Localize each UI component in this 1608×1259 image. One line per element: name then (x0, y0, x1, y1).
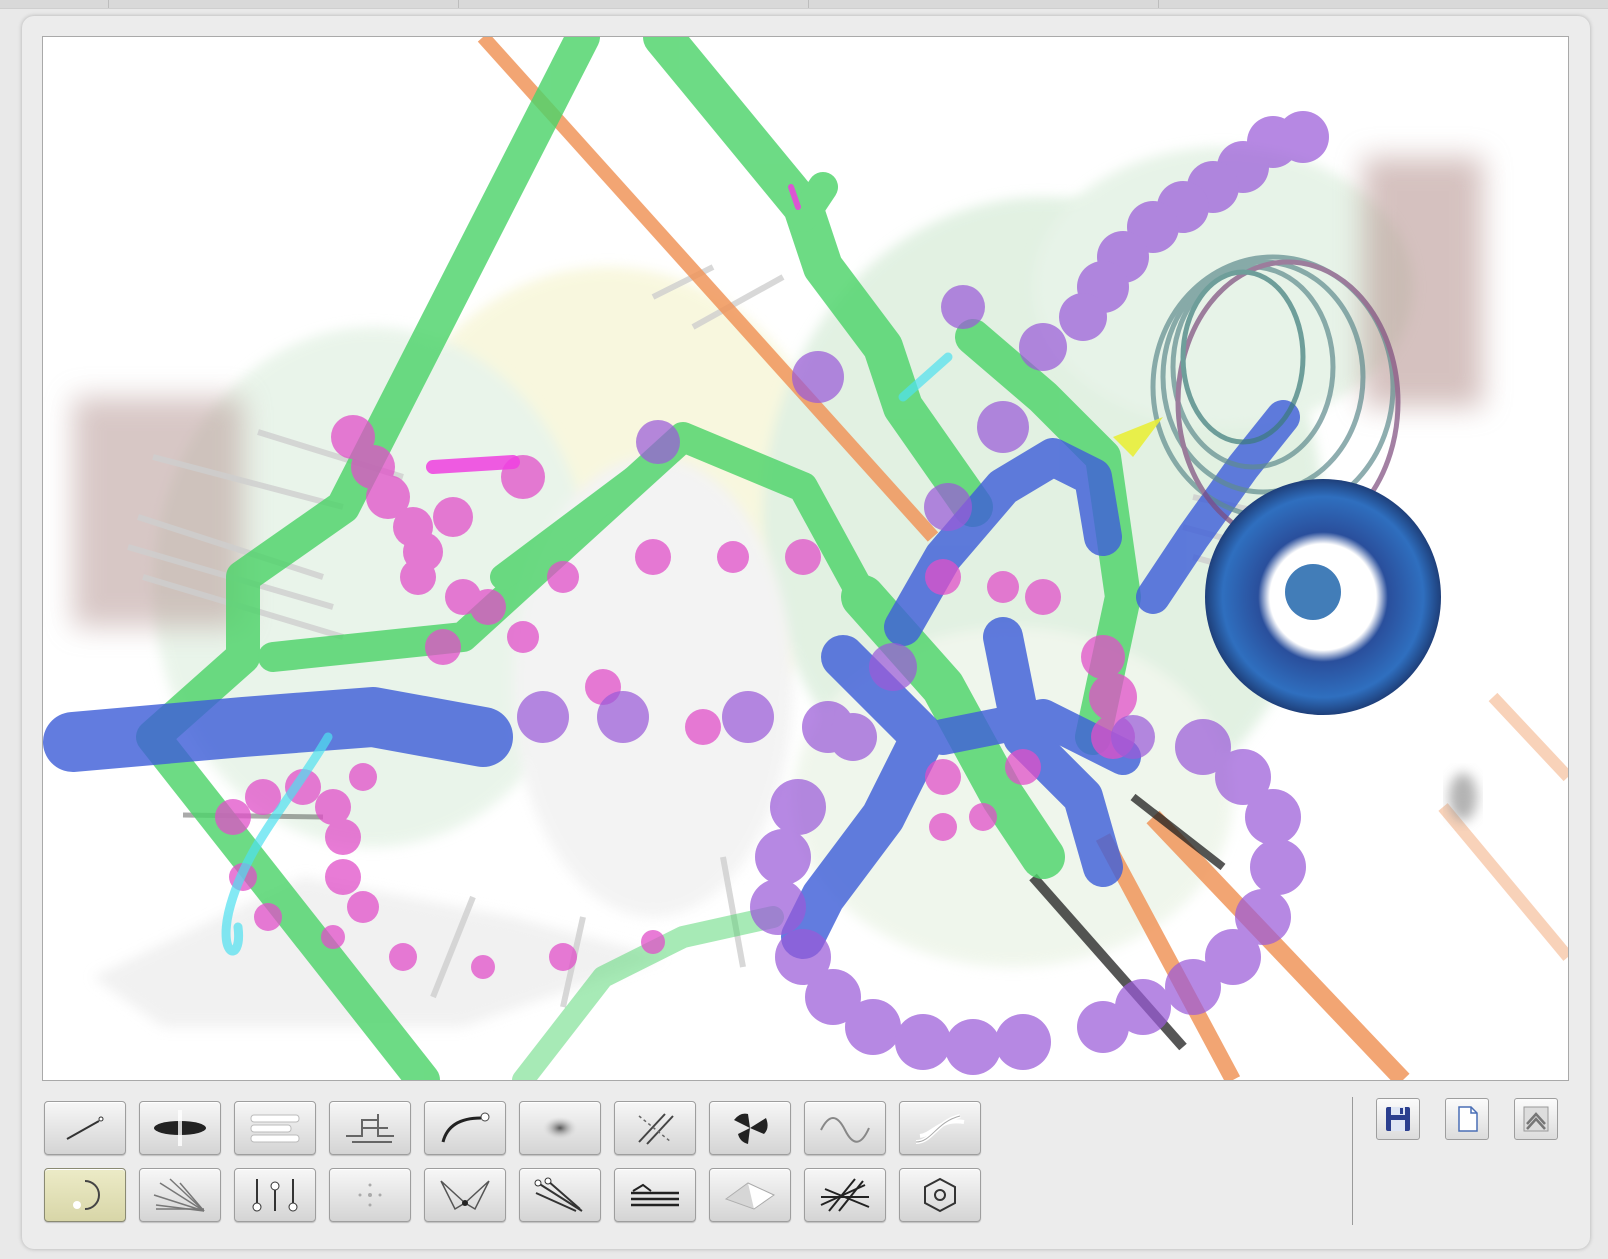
ribbon-tool-button[interactable] (899, 1101, 981, 1155)
web-tool-button[interactable] (424, 1168, 506, 1222)
artwork (43, 37, 1568, 1080)
window-top-strip (0, 0, 1608, 9)
sparkle-tool-icon (358, 1183, 382, 1207)
hatch-tool-button[interactable] (614, 1101, 696, 1155)
fan-lines-tool-button[interactable] (139, 1168, 221, 1222)
radiation-tool-icon (734, 1113, 768, 1144)
radiation-tool-button[interactable] (709, 1101, 791, 1155)
plane-tool-icon (724, 1182, 775, 1210)
upload-button[interactable] (1514, 1098, 1558, 1140)
disc-tool-button[interactable] (139, 1101, 221, 1155)
blur-tool-icon (542, 1116, 578, 1140)
line-tool-icon (66, 1116, 104, 1140)
toolbar-separator (1352, 1097, 1353, 1225)
fan-lines-tool-icon (153, 1178, 205, 1212)
circuit-tool-icon (346, 1114, 394, 1143)
save-icon (1386, 1107, 1410, 1131)
arc-tool-button[interactable] (424, 1101, 506, 1155)
scribble-tool-icon (820, 1178, 870, 1212)
line-tool-button[interactable] (44, 1101, 126, 1155)
scribble-tool-button[interactable] (804, 1168, 886, 1222)
hexagon-tool-icon (924, 1177, 956, 1213)
arc-tool-icon (441, 1112, 490, 1143)
bars-tool-button[interactable] (234, 1101, 316, 1155)
ring-tool-button[interactable] (44, 1168, 126, 1222)
strata-tool-button[interactable] (614, 1168, 696, 1222)
strata-tool-icon (631, 1183, 679, 1207)
sticks-tool-icon (534, 1177, 583, 1212)
new-document-button[interactable] (1445, 1098, 1489, 1140)
ring-tool-icon (73, 1180, 100, 1210)
pins-tool-icon (252, 1179, 298, 1212)
sparkle-tool-button[interactable] (329, 1168, 411, 1222)
gray-capsule (1449, 773, 1477, 821)
web-tool-icon (440, 1180, 490, 1211)
sticks-tool-button[interactable] (519, 1168, 601, 1222)
plane-tool-button[interactable] (709, 1168, 791, 1222)
ribbon-tool-icon (915, 1114, 965, 1144)
wave-tool-button[interactable] (804, 1101, 886, 1155)
drawing-canvas[interactable] (42, 36, 1569, 1081)
upload-icon (1523, 1106, 1549, 1132)
new-document-icon (1458, 1106, 1478, 1132)
hexagon-tool-button[interactable] (899, 1168, 981, 1222)
blur-tool-button[interactable] (519, 1101, 601, 1155)
bars-tool-icon (250, 1114, 300, 1143)
circuit-tool-button[interactable] (329, 1101, 411, 1155)
blue-disc (1205, 479, 1441, 715)
save-button[interactable] (1376, 1098, 1420, 1140)
pins-tool-button[interactable] (234, 1168, 316, 1222)
disc-tool-icon (154, 1110, 206, 1146)
wave-tool-icon (820, 1117, 870, 1143)
hatch-tool-icon (638, 1113, 674, 1145)
